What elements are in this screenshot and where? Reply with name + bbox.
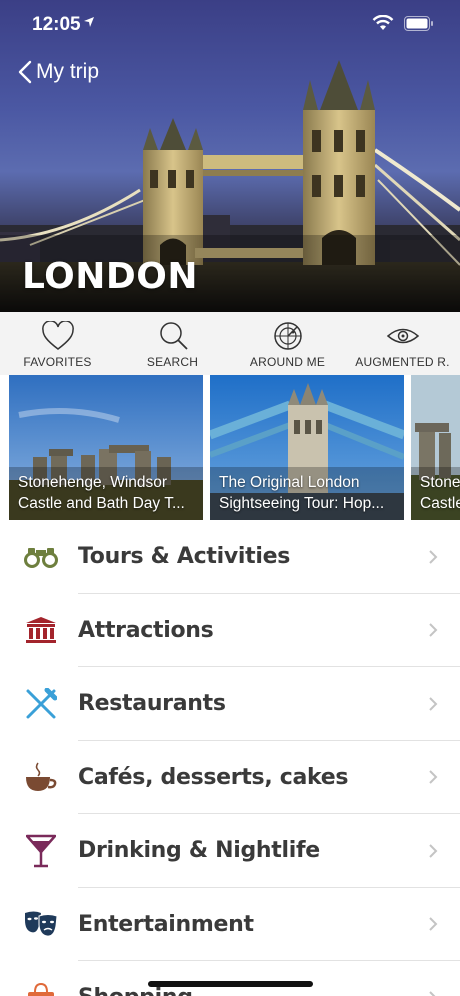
category-restaurants[interactable]: Restaurants (0, 667, 460, 741)
category-label: Drinking & Nightlife (78, 838, 320, 864)
category-shopping[interactable]: Shopping (0, 961, 460, 996)
status-time: 12:05 (32, 14, 81, 35)
theater-masks-icon (25, 911, 58, 937)
chevron-right-icon (429, 697, 438, 711)
back-label: My trip (36, 60, 99, 83)
eye-icon (386, 328, 419, 344)
search-label: SEARCH (146, 355, 199, 369)
city-title: LONDON (22, 256, 199, 297)
chevron-left-icon (18, 60, 32, 84)
category-entertainment[interactable]: Entertainment (0, 888, 460, 961)
home-indicator[interactable] (148, 981, 313, 987)
chevron-right-icon (429, 623, 438, 637)
category-label: Attractions (78, 617, 214, 643)
chevron-right-icon (429, 991, 436, 996)
tour-card-title-line1: Stone (420, 474, 460, 491)
location-arrow-icon (84, 17, 94, 27)
category-drinking-nightlife[interactable]: Drinking & Nightlife (0, 814, 460, 888)
category-attractions[interactable]: Attractions (0, 594, 460, 667)
battery-icon (404, 15, 433, 31)
heart-icon (41, 321, 74, 350)
augmented-reality-label: AUGMENTED R. (355, 355, 450, 369)
tour-card-stonehenge[interactable]: Stonehenge, Windsor Castle and Bath Day … (9, 375, 203, 520)
category-list: Tours & Activities Attractions Restauran… (0, 520, 460, 996)
wifi-icon (372, 15, 394, 30)
chevron-right-icon (429, 917, 438, 931)
chevron-right-icon (429, 550, 438, 564)
category-label: Restaurants (78, 691, 226, 717)
shopping-bag-icon (28, 982, 54, 996)
tour-card-title-line2: Sightseeing Tour: Hop... (219, 495, 385, 512)
chevron-right-icon (429, 770, 438, 784)
category-cafes[interactable]: Cafés, desserts, cakes (0, 741, 460, 814)
tour-card-title-line1: The Original London (219, 474, 360, 491)
magnifier-icon (159, 322, 188, 350)
fork-knife-icon (26, 687, 57, 719)
category-label: Cafés, desserts, cakes (78, 764, 349, 790)
hero-banner: 12:05 My trip LONDON (0, 0, 460, 312)
back-button[interactable]: My trip (18, 60, 99, 84)
favorites-label: FAVORITES (23, 355, 92, 369)
augmented-reality-button[interactable]: AUGMENTED R. (345, 312, 460, 375)
coffee-cup-icon (26, 762, 57, 792)
category-label: Entertainment (78, 911, 254, 937)
radar-icon (273, 322, 302, 350)
tours-carousel[interactable]: Stonehenge, Windsor Castle and Bath Day … (0, 375, 460, 520)
around-me-label: AROUND ME (249, 355, 326, 369)
around-me-button[interactable]: AROUND ME (230, 312, 345, 375)
status-bar: 12:05 (0, 0, 460, 50)
quick-nav-bar: FAVORITES SEARCH AROUND ME AUGMENTED R. (0, 312, 460, 375)
tour-card-partial[interactable]: Stone Castle (411, 375, 460, 520)
favorites-button[interactable]: FAVORITES (0, 312, 115, 375)
tour-card-title-line2: Castle (420, 495, 460, 512)
tour-card-sightseeing[interactable]: The Original London Sightseeing Tour: Ho… (210, 375, 404, 520)
category-label: Tours & Activities (78, 544, 290, 570)
binoculars-icon (24, 547, 58, 568)
cocktail-icon (26, 834, 56, 867)
tour-card-title-line1: Stonehenge, Windsor (18, 474, 168, 491)
chevron-right-icon (429, 844, 438, 858)
museum-icon (26, 617, 56, 644)
category-tours-activities[interactable]: Tours & Activities (0, 520, 460, 594)
tour-card-title-line2: Castle and Bath Day T... (18, 495, 185, 512)
search-button[interactable]: SEARCH (115, 312, 230, 375)
